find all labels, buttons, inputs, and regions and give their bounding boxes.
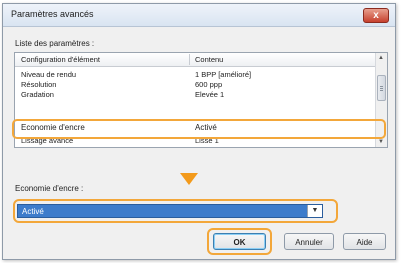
item-value: Elevée 1 [195,90,225,99]
ok-button[interactable]: OK [213,233,266,250]
item-value: 1 BPP [amélioré] [195,70,252,79]
item-name: Résolution [21,80,57,89]
item-value: 600 ppp [195,80,223,89]
arrow-down-indicator-icon [180,173,198,185]
grip-line [380,90,383,91]
chevron-down-icon[interactable]: ▼ [307,205,322,217]
scroll-up-icon[interactable]: ▲ [378,55,384,61]
ink-saving-dropdown[interactable]: Activé ▼ [17,204,323,218]
list-header: Configuration d'élément Contenu [15,53,375,67]
scroll-thumb[interactable] [377,75,386,101]
column-header-item[interactable]: Configuration d'élément [21,55,100,64]
window-title: Paramètres avancés [11,9,94,19]
help-button[interactable]: Aide [343,233,386,250]
close-icon: x [373,10,379,21]
list-item[interactable]: Résolution 600 ppp [15,79,375,89]
close-button[interactable]: x [363,8,389,23]
item-name: Niveau de rendu [21,70,77,79]
title-bar[interactable]: Paramètres avancés x [3,4,395,27]
settings-list-label: Liste des paramètres : [15,39,95,48]
list-item[interactable]: Niveau de rendu 1 BPP [amélioré] [15,69,375,79]
selected-row-highlight [12,119,386,139]
ink-saving-label: Economie d'encre : [15,184,84,193]
item-name: Gradation [21,90,54,99]
scroll-down-icon[interactable]: ▼ [378,139,384,145]
column-header-content[interactable]: Contenu [195,55,223,64]
ink-saving-selected-value: Activé [22,207,44,216]
grip-line [380,86,383,87]
list-item[interactable]: Gradation Elevée 1 [15,89,375,99]
cancel-button[interactable]: Annuler [284,233,334,250]
grip-line [380,88,383,89]
column-divider[interactable] [189,54,190,65]
